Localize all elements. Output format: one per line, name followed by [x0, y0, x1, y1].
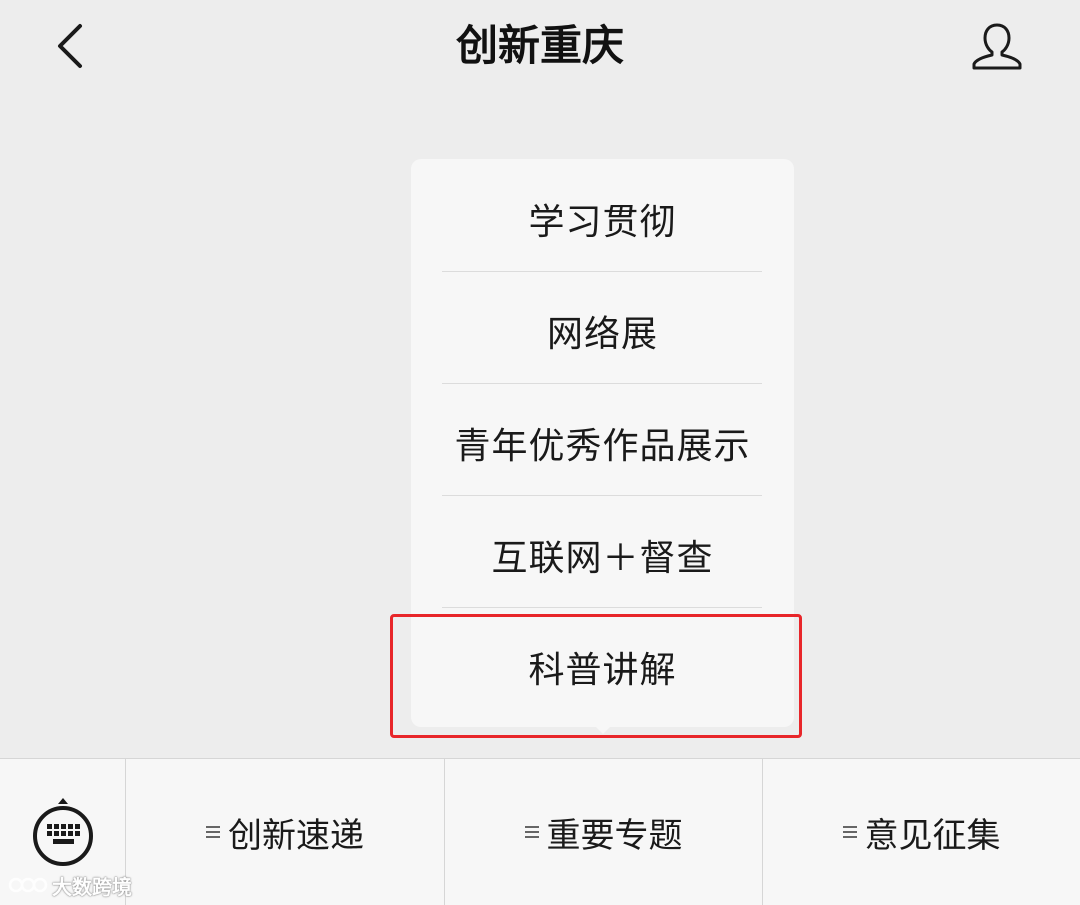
menu-item-internet-inspection[interactable]: 互联网＋督查 [411, 499, 794, 611]
highlight-annotation [390, 614, 802, 738]
menu-lines-icon [524, 823, 539, 841]
bottom-menu-bar: 创新速递 重要专题 意见征集 [0, 758, 1080, 905]
tab-innovation-express[interactable]: 创新速递 [126, 759, 444, 905]
screen: 创新重庆 学习贯彻 网络展 青年优秀作品展示 互联网＋督查 科普讲解 创新速递 … [0, 0, 1080, 905]
menu-divider [442, 383, 762, 384]
watermark-logo-icon [8, 877, 48, 893]
menu-divider [442, 495, 762, 496]
menu-item-label: 学习贯彻 [528, 202, 677, 243]
top-bar: 创新重庆 [0, 0, 1080, 96]
tab-opinion-collection[interactable]: 意见征集 [763, 759, 1080, 905]
menu-item-label: 互联网＋督查 [491, 538, 714, 579]
keyboard-icon [32, 798, 93, 866]
profile-button[interactable] [962, 14, 1032, 78]
menu-lines-icon [842, 823, 857, 841]
tab-label: 创新速递 [228, 815, 364, 856]
menu-lines-icon [206, 823, 220, 841]
menu-divider [442, 607, 762, 608]
menu-item-label: 网络展 [546, 314, 658, 355]
tab-key-topics[interactable]: 重要专题 [445, 759, 762, 905]
watermark: 大数跨境 [8, 872, 132, 899]
menu-item-study[interactable]: 学习贯彻 [411, 163, 794, 275]
menu-item-label: 青年优秀作品展示 [454, 426, 751, 467]
menu-item-youth-works[interactable]: 青年优秀作品展示 [411, 387, 794, 499]
page-title: 创新重庆 [455, 21, 624, 70]
watermark-text: 大数跨境 [52, 874, 132, 899]
tab-label: 重要专题 [546, 815, 683, 856]
person-outline-icon [972, 23, 1022, 70]
menu-item-online-exhibition[interactable]: 网络展 [411, 275, 794, 387]
menu-divider [442, 271, 762, 272]
tab-label: 意见征集 [864, 815, 1001, 856]
